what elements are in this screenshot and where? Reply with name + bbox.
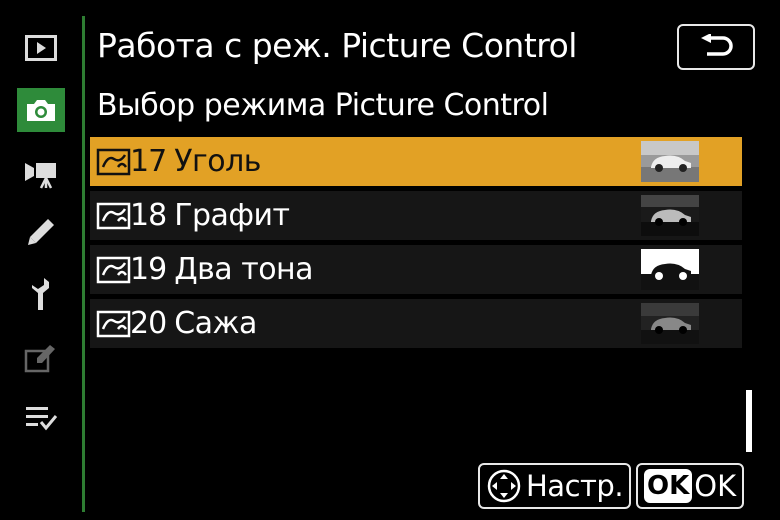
list-item-19[interactable]: 19 Два тона (90, 245, 742, 294)
sidebar-item-setup[interactable] (17, 272, 65, 316)
picture-control-icon (96, 255, 132, 285)
ok-button-label: OK (694, 469, 737, 503)
picture-control-list: 17 Уголь 18 Графит 19 Два тона 20 Сажа (90, 137, 742, 353)
multi-selector-icon (487, 469, 521, 503)
list-item-number: 20 (130, 306, 167, 341)
preview-thumbnail (641, 141, 699, 182)
sidebar (0, 0, 84, 520)
sidebar-item-photo-shooting[interactable] (17, 88, 65, 132)
list-item-17[interactable]: 17 Уголь (90, 137, 742, 186)
list-item-label: Два тона (174, 252, 314, 287)
sidebar-item-movie-shooting[interactable] (17, 152, 65, 196)
page-title: Работа с реж. Picture Control (97, 26, 577, 65)
list-item-number: 19 (130, 252, 167, 287)
playback-icon (25, 35, 57, 61)
preview-thumbnail (641, 303, 699, 344)
ok-key-icon: OK (644, 469, 693, 503)
list-item-number: 17 (130, 144, 167, 179)
sidebar-item-retouch[interactable] (17, 336, 65, 380)
ok-button[interactable]: OK OK (636, 463, 744, 509)
picture-control-icon (96, 147, 132, 177)
picture-control-icon (96, 201, 132, 231)
movie-camera-icon (25, 163, 56, 189)
picture-control-icon (96, 309, 132, 339)
pencil-icon (28, 219, 54, 245)
preview-thumbnail (641, 195, 699, 236)
sidebar-item-custom-settings[interactable] (17, 210, 65, 254)
preview-thumbnail (641, 249, 699, 290)
page-subtitle: Выбор режима Picture Control (97, 88, 549, 123)
wrench-icon (32, 278, 49, 310)
camera-icon (27, 100, 55, 121)
my-menu-icon (26, 407, 58, 431)
retouch-icon (24, 345, 55, 373)
back-button[interactable] (677, 24, 755, 70)
list-item-label: Графит (174, 198, 290, 233)
list-item-18[interactable]: 18 Графит (90, 191, 742, 240)
scrollbar-thumb[interactable] (746, 390, 752, 452)
settings-button[interactable]: Настр. (478, 463, 631, 509)
list-item-20[interactable]: 20 Сажа (90, 299, 742, 348)
list-item-label: Сажа (174, 306, 257, 341)
sidebar-item-my-menu[interactable] (17, 396, 65, 440)
list-item-number: 18 (130, 198, 167, 233)
sidebar-item-playback[interactable] (17, 26, 65, 70)
settings-button-label: Настр. (526, 469, 624, 503)
sidebar-divider (82, 16, 85, 512)
return-icon (701, 34, 733, 56)
list-item-label: Уголь (174, 144, 261, 179)
